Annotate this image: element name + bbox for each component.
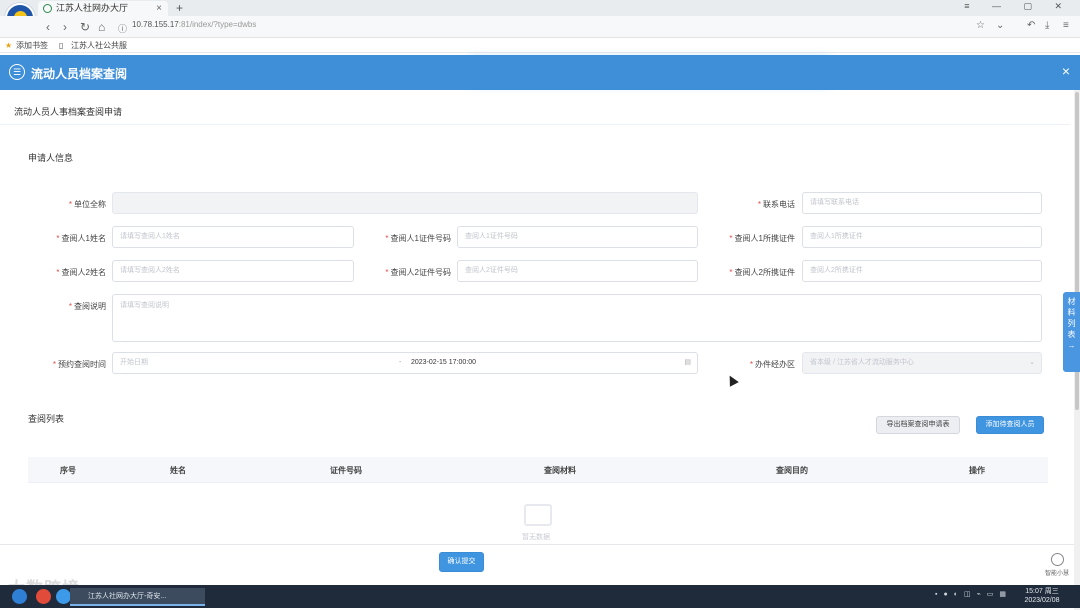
bookmark-star-icon: ★ <box>5 41 13 50</box>
clock-time: 15:07 周三 <box>1025 588 1059 595</box>
table-header: 序号 姓名 证件号码 查阅材料 查阅目的 操作 <box>28 457 1048 483</box>
home-icon[interactable]: ⌂ <box>98 19 105 35</box>
star-icon[interactable]: ☆ <box>976 20 985 31</box>
column-header: 查阅目的 <box>776 466 808 475</box>
dialog-close-button[interactable]: × <box>1062 63 1070 79</box>
browser-tab[interactable]: 江苏人社网办大厅 × <box>38 1 168 16</box>
url-field[interactable]: 10.78.155.17:81/index/?type=dwbs <box>132 20 256 29</box>
page-subtitle: 流动人员人事档案查阅申请 <box>14 107 123 117</box>
range-separator: - <box>399 359 402 366</box>
time-label: * 预约查阅时间 <box>52 360 106 369</box>
column-header: 序号 <box>60 466 76 475</box>
menu-icon[interactable]: ≡ <box>1063 20 1069 31</box>
p1-name-label: * 查阅人1姓名 <box>56 234 106 243</box>
p2-id-input[interactable]: 查阅人2证件号码 <box>457 260 698 282</box>
arrow-right-icon: → <box>1067 341 1076 350</box>
phone-label: * 联系电话 <box>757 200 795 209</box>
materials-list-side-tab[interactable]: 材 料 列 表 → <box>1063 292 1080 372</box>
desc-label: * 查阅说明 <box>68 302 106 311</box>
mouse-cursor-icon <box>725 373 739 387</box>
reload-icon[interactable]: ↻ <box>80 19 90 35</box>
app-icon[interactable] <box>36 589 51 604</box>
forward-icon[interactable]: › <box>63 19 67 35</box>
dialog-header: ☰ 流动人员档案查阅 × <box>0 55 1080 90</box>
phone-input[interactable]: 请填写联系电话 <box>802 192 1042 214</box>
site-favicon-icon <box>43 4 52 13</box>
submit-button[interactable]: 确认提交 <box>439 552 484 572</box>
office-value: 省本级 / 江苏省人才流动服务中心 <box>810 359 914 366</box>
back-icon[interactable]: ‹ <box>46 19 50 35</box>
p2-cert-input[interactable]: 查阅人2所携证件 <box>802 260 1042 282</box>
assistant-button[interactable]: 智能小慧 <box>1042 553 1072 577</box>
clock[interactable]: 15:07 周三 2023/02/08 <box>1018 587 1066 605</box>
side-tab-char: 表 <box>1067 330 1076 339</box>
p2-cert-label: * 查阅人2所携证件 <box>729 268 795 277</box>
column-header: 姓名 <box>170 466 186 475</box>
chevron-down-icon[interactable]: ⌄ <box>996 20 1004 31</box>
column-header: 操作 <box>969 466 985 475</box>
assistant-label: 智能小慧 <box>1044 571 1069 577</box>
download-icon[interactable]: ⤓ <box>1045 20 1049 31</box>
chevron-down-icon: ⌄ <box>1029 359 1035 366</box>
unit-name-field[interactable] <box>112 192 698 214</box>
p2-name-input[interactable]: 请填写查阅人2姓名 <box>112 260 354 282</box>
column-header: 证件号码 <box>330 466 362 475</box>
folder-icon: ▯ <box>59 41 64 50</box>
p2-name-label: * 查阅人2姓名 <box>56 268 106 277</box>
section-title-applicant: 申请人信息 <box>28 153 74 163</box>
date-range-picker[interactable]: 开始日期 - 2023-02-15 17:00:00 ▤ <box>112 352 698 374</box>
address-bar-row: ‹ › ↻ ⌂ ⓘ 10.78.155.17:81/index/?type=dw… <box>0 16 1080 38</box>
time-end-value: 2023-02-15 17:00:00 <box>411 359 476 366</box>
info-icon: ⓘ <box>118 24 128 34</box>
calendar-icon[interactable]: ▤ <box>684 353 691 373</box>
export-form-button[interactable]: 导出档案查阅申请表 <box>876 416 960 434</box>
p2-id-label: * 查阅人2证件号码 <box>385 268 451 277</box>
side-tab-char: 列 <box>1067 319 1076 328</box>
office-select[interactable]: 省本级 / 江苏省人才流动服务中心 ⌄ <box>802 352 1042 374</box>
p1-cert-label: * 查阅人1所携证件 <box>729 234 795 243</box>
section-title-list: 查阅列表 <box>28 414 65 424</box>
dialog-title: 流动人员档案查阅 <box>31 67 128 81</box>
browser-icon[interactable] <box>56 589 71 604</box>
empty-text: 暂无数据 <box>522 534 550 541</box>
bookmarks-bar: ★ 添加书签 ▯ 江苏人社公共服 <box>0 38 1080 53</box>
system-tray-icons[interactable]: ▪●◐◫⌁▭▦ <box>935 590 1012 598</box>
tab-close-icon[interactable]: × <box>156 1 162 16</box>
divider <box>0 124 1070 125</box>
clock-date: 2023/02/08 <box>1024 597 1060 604</box>
p1-name-input[interactable]: 请填写查阅人1姓名 <box>112 226 354 248</box>
p1-cert-input[interactable]: 查阅人1所携证件 <box>802 226 1042 248</box>
office-label: * 办件经办区 <box>749 360 795 369</box>
add-person-button[interactable]: 添加待查阅人员 <box>976 416 1044 434</box>
tab-title: 江苏人社网办大厅 <box>56 3 129 13</box>
new-tab-button[interactable]: + <box>176 0 183 16</box>
p1-id-label: * 查阅人1证件号码 <box>385 234 451 243</box>
time-start-placeholder: 开始日期 <box>120 359 148 366</box>
add-bookmark-link[interactable]: 添加书签 <box>16 38 48 53</box>
bookmark-item[interactable]: 江苏人社公共服 <box>71 38 127 53</box>
taskbar-window-item[interactable]: 江苏人社网办大厅-奇安... <box>70 588 205 606</box>
empty-box-icon <box>524 504 552 526</box>
column-header: 查阅材料 <box>544 466 576 475</box>
list-icon: ☰ <box>9 64 25 80</box>
undo-icon[interactable]: ↶ <box>1027 20 1035 31</box>
side-tab-char: 材 <box>1067 297 1076 306</box>
headset-icon <box>1050 553 1064 566</box>
desc-textarea[interactable]: 请填写查阅说明 <box>112 294 1042 342</box>
dialog-footer <box>0 544 1074 585</box>
unit-name-label: * 单位全称 <box>68 200 106 209</box>
browser-tab-strip: 江苏人社网办大厅 × + ≡ — ▢ ✕ <box>0 0 1080 16</box>
window-controls[interactable]: ≡ — ▢ ✕ <box>964 1 1072 12</box>
start-icon[interactable] <box>12 589 27 604</box>
p1-id-input[interactable]: 查阅人1证件号码 <box>457 226 698 248</box>
side-tab-char: 料 <box>1067 308 1076 317</box>
